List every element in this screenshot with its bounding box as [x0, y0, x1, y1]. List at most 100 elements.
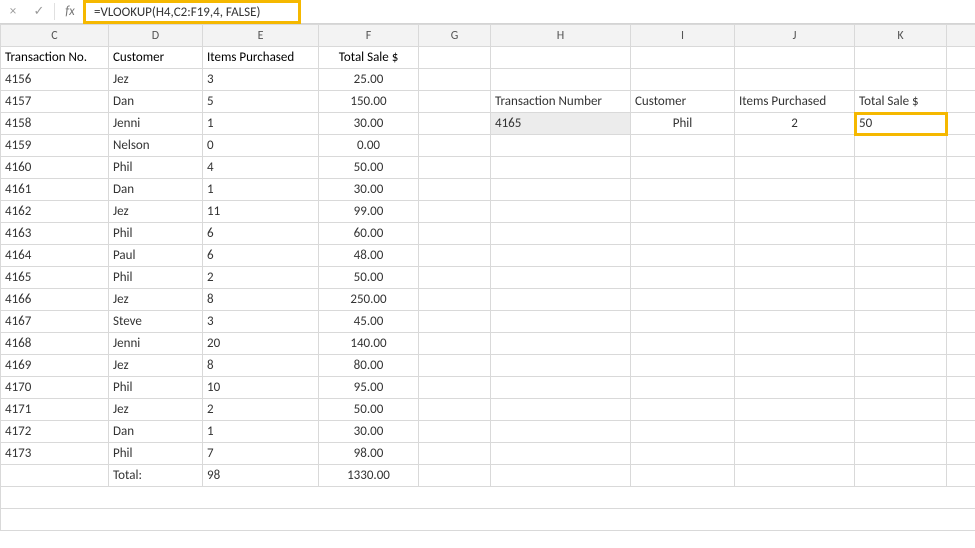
lookup-input-txn[interactable]: 4165	[491, 113, 631, 135]
cell-sale[interactable]: 140.00	[319, 333, 419, 355]
totals-sale[interactable]: 1330.00	[319, 465, 419, 487]
col-header-I[interactable]: I	[631, 25, 735, 47]
cell[interactable]	[735, 399, 855, 421]
cell[interactable]	[1, 509, 975, 531]
cell[interactable]	[735, 135, 855, 157]
cell-items[interactable]: 5	[203, 91, 319, 113]
cell[interactable]	[855, 355, 947, 377]
cell-txn[interactable]: 4171	[1, 399, 109, 421]
cell-customer[interactable]: Jez	[109, 69, 203, 91]
cell-customer[interactable]: Jez	[109, 289, 203, 311]
cancel-icon[interactable]: ×	[0, 0, 26, 23]
cell-sale[interactable]: 48.00	[319, 245, 419, 267]
cell[interactable]	[491, 311, 631, 333]
cell[interactable]	[631, 223, 735, 245]
cell[interactable]	[491, 443, 631, 465]
cell-sale[interactable]: 98.00	[319, 443, 419, 465]
cell[interactable]	[491, 157, 631, 179]
header-items-purchased[interactable]: Items Purchased	[203, 47, 319, 69]
cell-customer[interactable]: Jez	[109, 201, 203, 223]
cell-sale[interactable]: 99.00	[319, 201, 419, 223]
cell[interactable]	[735, 355, 855, 377]
cell[interactable]	[947, 421, 975, 443]
cell[interactable]	[947, 399, 975, 421]
cell[interactable]	[491, 245, 631, 267]
fx-icon[interactable]: fx	[57, 0, 83, 23]
cell[interactable]	[947, 377, 975, 399]
cell[interactable]	[947, 135, 975, 157]
cell-txn[interactable]: 4169	[1, 355, 109, 377]
formula-input[interactable]	[92, 4, 292, 21]
cell[interactable]	[631, 421, 735, 443]
lookup-result-customer[interactable]: Phil	[631, 113, 735, 135]
header-transaction-no[interactable]: Transaction No.	[1, 47, 109, 69]
cell-txn[interactable]: 4164	[1, 245, 109, 267]
cell-customer[interactable]: Dan	[109, 421, 203, 443]
cell[interactable]	[735, 311, 855, 333]
cell[interactable]	[947, 47, 975, 69]
cell-customer[interactable]: Jenni	[109, 113, 203, 135]
cell[interactable]	[947, 333, 975, 355]
cell-items[interactable]: 7	[203, 443, 319, 465]
cell[interactable]	[631, 201, 735, 223]
cell[interactable]	[855, 399, 947, 421]
cell[interactable]	[735, 377, 855, 399]
cell-customer[interactable]: Paul	[109, 245, 203, 267]
cell[interactable]	[631, 245, 735, 267]
cell-items[interactable]: 20	[203, 333, 319, 355]
cell[interactable]	[947, 91, 975, 113]
cell[interactable]	[419, 355, 491, 377]
cell[interactable]	[855, 465, 947, 487]
cell-items[interactable]: 2	[203, 399, 319, 421]
cell-items[interactable]: 6	[203, 245, 319, 267]
cell[interactable]	[947, 157, 975, 179]
cell-items[interactable]: 8	[203, 355, 319, 377]
cell[interactable]	[631, 47, 735, 69]
cell[interactable]	[855, 421, 947, 443]
cell-items[interactable]: 4	[203, 157, 319, 179]
cell-txn[interactable]: 4159	[1, 135, 109, 157]
cell[interactable]	[631, 355, 735, 377]
cell[interactable]	[491, 179, 631, 201]
spreadsheet-grid[interactable]: C D E F G H I J K Transaction No. Custom…	[0, 24, 975, 531]
cell[interactable]	[419, 465, 491, 487]
accept-icon[interactable]: ✓	[26, 0, 52, 23]
totals-label[interactable]: Total:	[109, 465, 203, 487]
cell-txn[interactable]: 4173	[1, 443, 109, 465]
cell-txn[interactable]: 4161	[1, 179, 109, 201]
cell-txn[interactable]: 4162	[1, 201, 109, 223]
cell[interactable]	[419, 267, 491, 289]
cell-sale[interactable]: 50.00	[319, 267, 419, 289]
cell[interactable]	[947, 267, 975, 289]
lookup-header-txn[interactable]: Transaction Number	[491, 91, 631, 113]
cell-txn[interactable]: 4168	[1, 333, 109, 355]
cell-customer[interactable]: Jenni	[109, 333, 203, 355]
cell[interactable]	[947, 311, 975, 333]
cell-customer[interactable]: Phil	[109, 157, 203, 179]
cell-sale[interactable]: 30.00	[319, 421, 419, 443]
cell[interactable]	[419, 443, 491, 465]
cell[interactable]	[947, 245, 975, 267]
cell[interactable]	[735, 267, 855, 289]
cell[interactable]	[947, 113, 975, 135]
cell-sale[interactable]: 50.00	[319, 157, 419, 179]
cell-txn[interactable]: 4170	[1, 377, 109, 399]
col-header-D[interactable]: D	[109, 25, 203, 47]
cell[interactable]	[631, 289, 735, 311]
cell-txn[interactable]: 4166	[1, 289, 109, 311]
cell-items[interactable]: 6	[203, 223, 319, 245]
cell[interactable]	[855, 179, 947, 201]
cell-items[interactable]: 0	[203, 135, 319, 157]
cell[interactable]	[1, 487, 975, 509]
cell[interactable]	[631, 443, 735, 465]
cell-txn[interactable]: 4167	[1, 311, 109, 333]
cell[interactable]	[855, 245, 947, 267]
cell-items[interactable]: 3	[203, 311, 319, 333]
cell[interactable]	[947, 465, 975, 487]
cell-sale[interactable]: 60.00	[319, 223, 419, 245]
cell-sale[interactable]: 50.00	[319, 399, 419, 421]
cell[interactable]	[855, 135, 947, 157]
cell-customer[interactable]: Nelson	[109, 135, 203, 157]
cell[interactable]	[491, 333, 631, 355]
cell[interactable]	[491, 355, 631, 377]
